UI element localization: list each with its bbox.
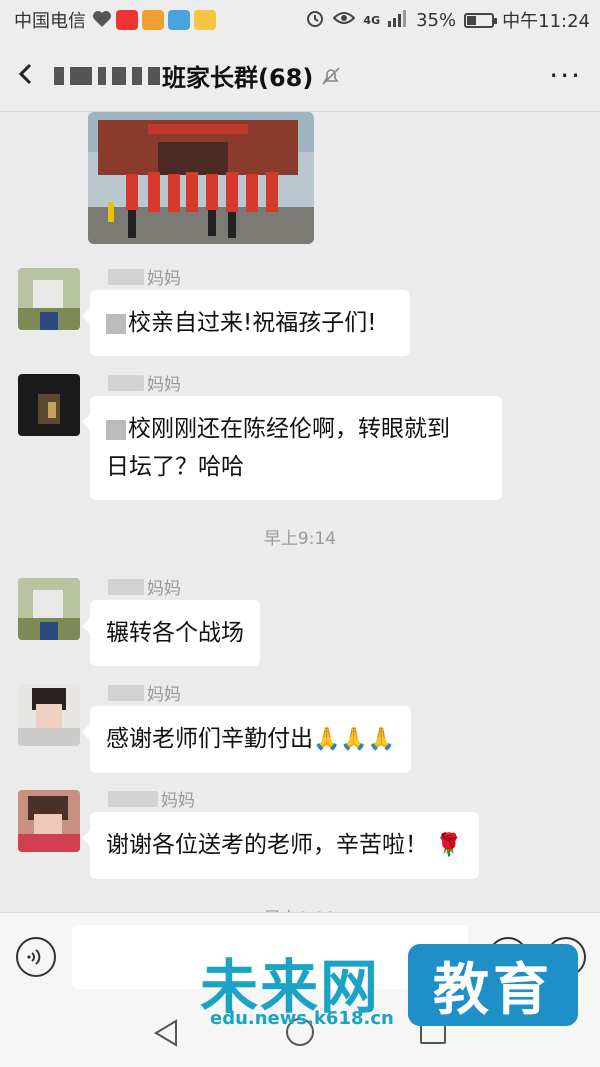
praying-hands-icon: 🙏🙏🙏 <box>313 727 396 752</box>
mute-bell-icon <box>321 66 341 86</box>
photo-message[interactable] <box>88 112 314 244</box>
watermark-logo: 未来网 教育 edu.news.k618.cn <box>200 940 590 1040</box>
network-type: 4G <box>363 13 381 27</box>
watermark-url: edu.news.k618.cn <box>210 1008 394 1029</box>
more-menu-button[interactable]: ··· <box>549 59 582 92</box>
chat-area[interactable]: 妈妈 校亲自过来!祝福孩子们! 妈妈 校刚刚还在陈经伦啊，转眼就到 日坛了？哈哈… <box>0 112 600 912</box>
avatar[interactable] <box>18 268 80 330</box>
message-bubble[interactable]: 校亲自过来!祝福孩子们! <box>82 290 410 356</box>
message-bubble[interactable]: 辗转各个战场 <box>82 600 260 666</box>
sender-name: 妈妈 <box>108 264 181 289</box>
sender-name: 妈妈 <box>108 786 195 811</box>
chat-title-bar: 班家长群(68) ··· <box>0 40 600 112</box>
message-bubble[interactable]: 校刚刚还在陈经伦啊，转眼就到 日坛了？哈哈 <box>82 396 502 500</box>
avatar[interactable] <box>18 578 80 640</box>
avatar[interactable] <box>18 374 80 436</box>
sender-name: 妈妈 <box>108 680 181 705</box>
chat-title: 班家长群(68) <box>162 64 314 92</box>
text-mosaic <box>106 419 126 440</box>
avatar[interactable] <box>18 684 80 746</box>
nav-back-icon[interactable] <box>152 1018 180 1052</box>
sender-name: 妈妈 <box>108 370 181 395</box>
voice-icon[interactable] <box>16 937 56 977</box>
battery-percent: 35% <box>416 9 457 31</box>
sender-name: 妈妈 <box>108 574 181 599</box>
back-arrow-icon[interactable] <box>18 58 44 93</box>
orange-app-icon <box>142 10 164 30</box>
watermark-right-text: 教育 <box>408 944 578 1026</box>
message-bubble[interactable]: 感谢老师们辛勤付出🙏🙏🙏 <box>81 706 412 773</box>
timestamp: 早上9:14 <box>263 529 337 549</box>
eye-icon <box>333 10 356 31</box>
title-mosaic <box>54 66 160 85</box>
paper-plane-icon <box>168 10 190 30</box>
status-bar: 中国电信 4G 35% 中午11:24 <box>0 0 600 40</box>
rose-icon: 🌹 <box>435 833 463 858</box>
avatar[interactable] <box>18 790 80 852</box>
signal-icon <box>388 9 408 32</box>
message-bubble[interactable]: 谢谢各位送考的老师，辛苦啦！ 🌹 <box>82 812 479 879</box>
yellow-app-icon <box>194 10 216 30</box>
timestamp: 早上9:21 <box>0 904 600 912</box>
clock: 中午11:24 <box>502 11 590 32</box>
netease-app-icon <box>116 10 138 30</box>
heart-icon <box>92 10 112 30</box>
text-mosaic <box>106 313 126 334</box>
alarm-icon <box>305 8 325 33</box>
carrier-name: 中国电信 <box>14 11 86 32</box>
battery-icon <box>464 12 498 28</box>
